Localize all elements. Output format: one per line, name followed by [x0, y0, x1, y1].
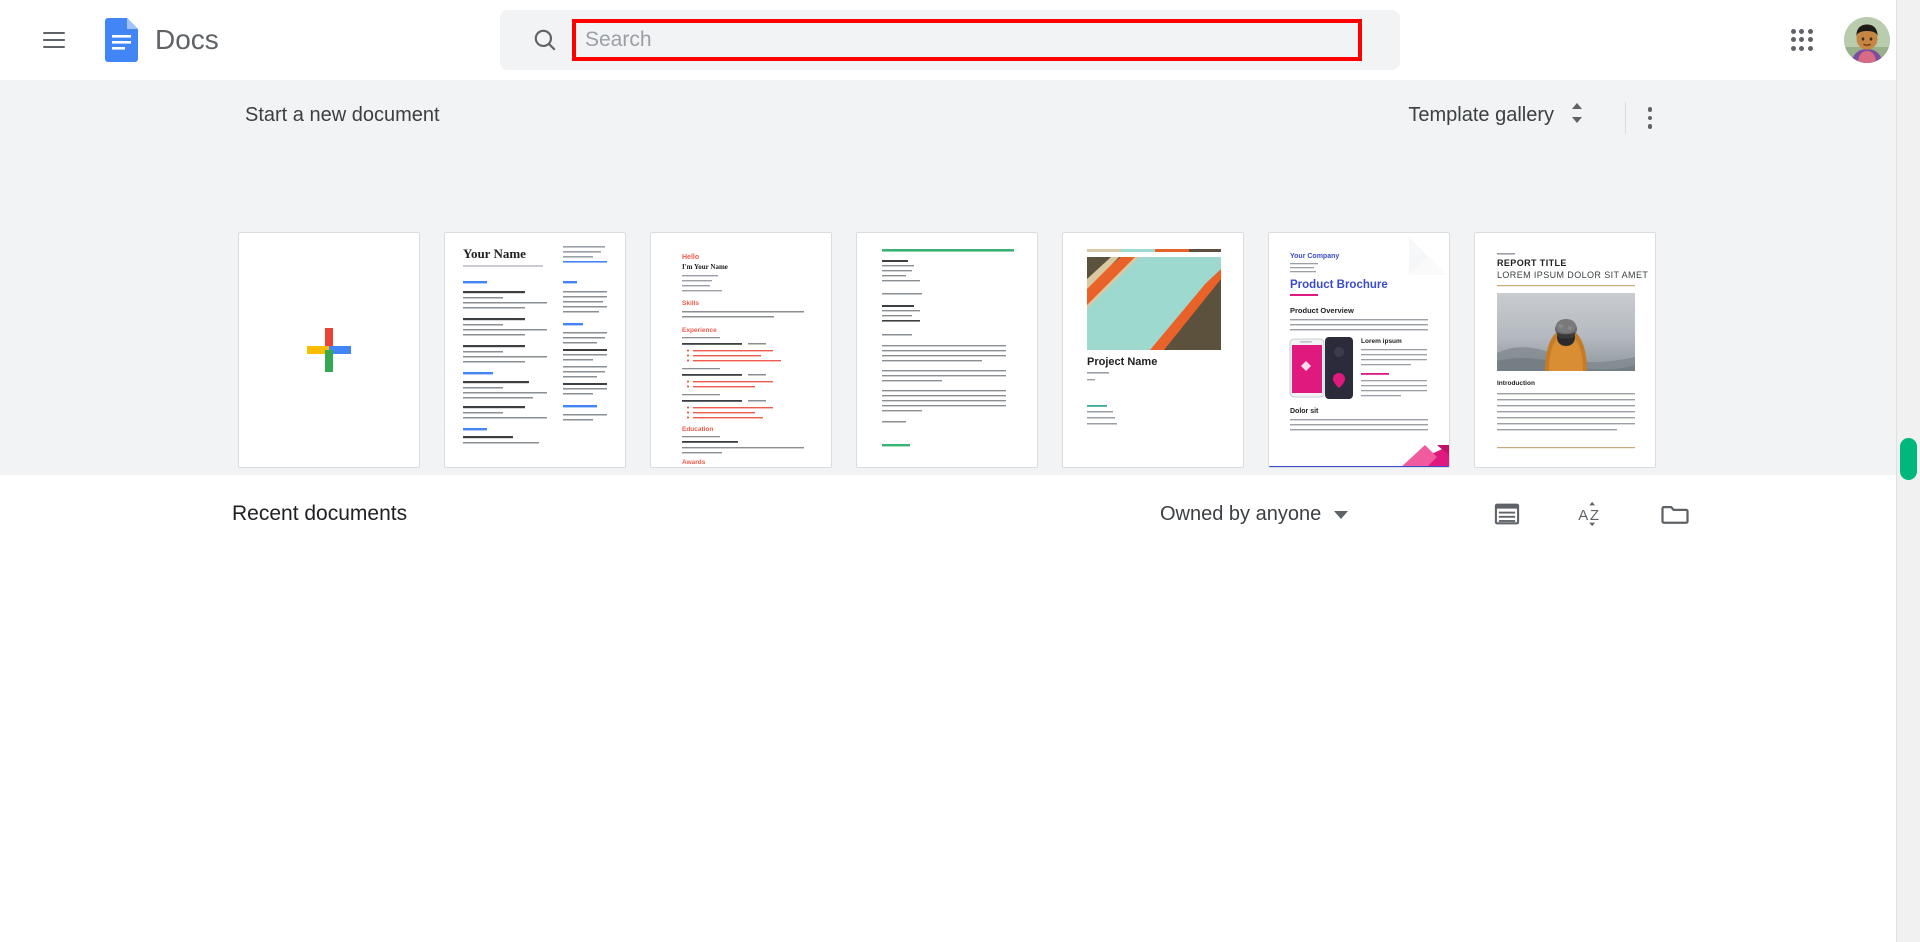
template-thumbnail: Hello I'm Your Name Skills Experience Ed…: [650, 232, 832, 468]
page-title: Start a new document: [245, 104, 440, 126]
template-thumbnail: Project Name: [1062, 232, 1244, 468]
template-thumbnail: Your Company Product Brochure Product Ov…: [1268, 232, 1450, 468]
hamburger-menu-icon[interactable]: [30, 16, 78, 64]
svg-text:Your Name: Your Name: [463, 246, 526, 261]
svg-text:Project Name: Project Name: [1087, 356, 1157, 368]
owner-filter-dropdown[interactable]: Owned by anyone: [1160, 503, 1349, 526]
recent-documents-title: Recent documents: [232, 502, 408, 525]
svg-text:REPORT TITLE: REPORT TITLE: [1497, 258, 1567, 268]
caret-down-icon: [1334, 510, 1349, 519]
recent-documents-section: Recent documents Owned by anyone A Z: [0, 475, 1896, 942]
svg-text:Product Brochure: Product Brochure: [1290, 279, 1388, 291]
hamburger-line: [43, 38, 65, 41]
svg-text:Hello: Hello: [682, 254, 699, 261]
recent-view-controls: A Z: [1490, 497, 1692, 531]
owner-filter-label: Owned by anyone: [1160, 503, 1322, 525]
search-input[interactable]: [576, 23, 1358, 57]
svg-text:Skills: Skills: [682, 300, 699, 307]
folder-icon[interactable]: [1658, 497, 1692, 531]
list-view-icon[interactable]: [1490, 497, 1524, 531]
search-input-highlight: [572, 19, 1362, 61]
search-icon: [532, 27, 558, 53]
hamburger-line: [43, 45, 65, 48]
toolbar-divider: [1625, 102, 1626, 134]
svg-text:Experience: Experience: [682, 327, 717, 334]
svg-text:I'm Your Name: I'm Your Name: [682, 263, 728, 271]
recent-header: Recent documents Owned by anyone A Z: [0, 475, 1896, 545]
docs-home-link[interactable]: Docs: [105, 17, 219, 62]
user-avatar[interactable]: [1844, 17, 1890, 63]
google-apps-grid-icon[interactable]: [1778, 16, 1826, 64]
svg-text:Dolor sit: Dolor sit: [1290, 408, 1319, 415]
svg-text:Introduction: Introduction: [1497, 380, 1535, 387]
template-gallery-label: Template gallery: [1408, 104, 1554, 126]
template-thumbnail: REPORT TITLE LOREM IPSUM DOLOR SIT AMET: [1474, 232, 1656, 468]
template-thumbnail: [238, 232, 420, 468]
app-title: Docs: [155, 23, 219, 55]
start-new-document-section: Start a new document Template gallery Yo…: [0, 80, 1896, 534]
svg-text:Your Company: Your Company: [1290, 253, 1339, 260]
template-gallery-button[interactable]: Template gallery: [1408, 100, 1586, 131]
svg-text:Education: Education: [682, 426, 713, 433]
svg-text:Product Overview: Product Overview: [1290, 306, 1354, 315]
template-thumbnail: [856, 232, 1038, 468]
google-docs-logo-icon: [105, 17, 138, 62]
page-scrollbar[interactable]: [1896, 0, 1920, 942]
header-right-actions: [1778, 0, 1890, 80]
more-vert-icon[interactable]: [1632, 100, 1668, 136]
add-plus-icon: [303, 324, 355, 376]
app-header: Docs: [0, 0, 1920, 80]
svg-text:Awards: Awards: [682, 459, 706, 466]
templates-header: Start a new document Template gallery: [0, 80, 1896, 140]
hamburger-line: [43, 31, 65, 34]
scrollbar-thumb[interactable]: [1900, 438, 1917, 480]
docs-home-page: Docs Search Start a new document Templat…: [0, 0, 1920, 942]
svg-text:LOREM IPSUM DOLOR SIT AMET: LOREM IPSUM DOLOR SIT AMET: [1497, 270, 1648, 280]
chevron-up-down-icon: [1568, 100, 1586, 131]
svg-text:A: A: [1578, 507, 1588, 524]
svg-text:Z: Z: [1590, 507, 1599, 524]
search-bar[interactable]: [500, 10, 1400, 70]
sort-az-icon[interactable]: A Z: [1574, 497, 1608, 531]
template-thumbnail: Your Name: [444, 232, 626, 468]
svg-text:Lorem ipsum: Lorem ipsum: [1361, 338, 1402, 345]
